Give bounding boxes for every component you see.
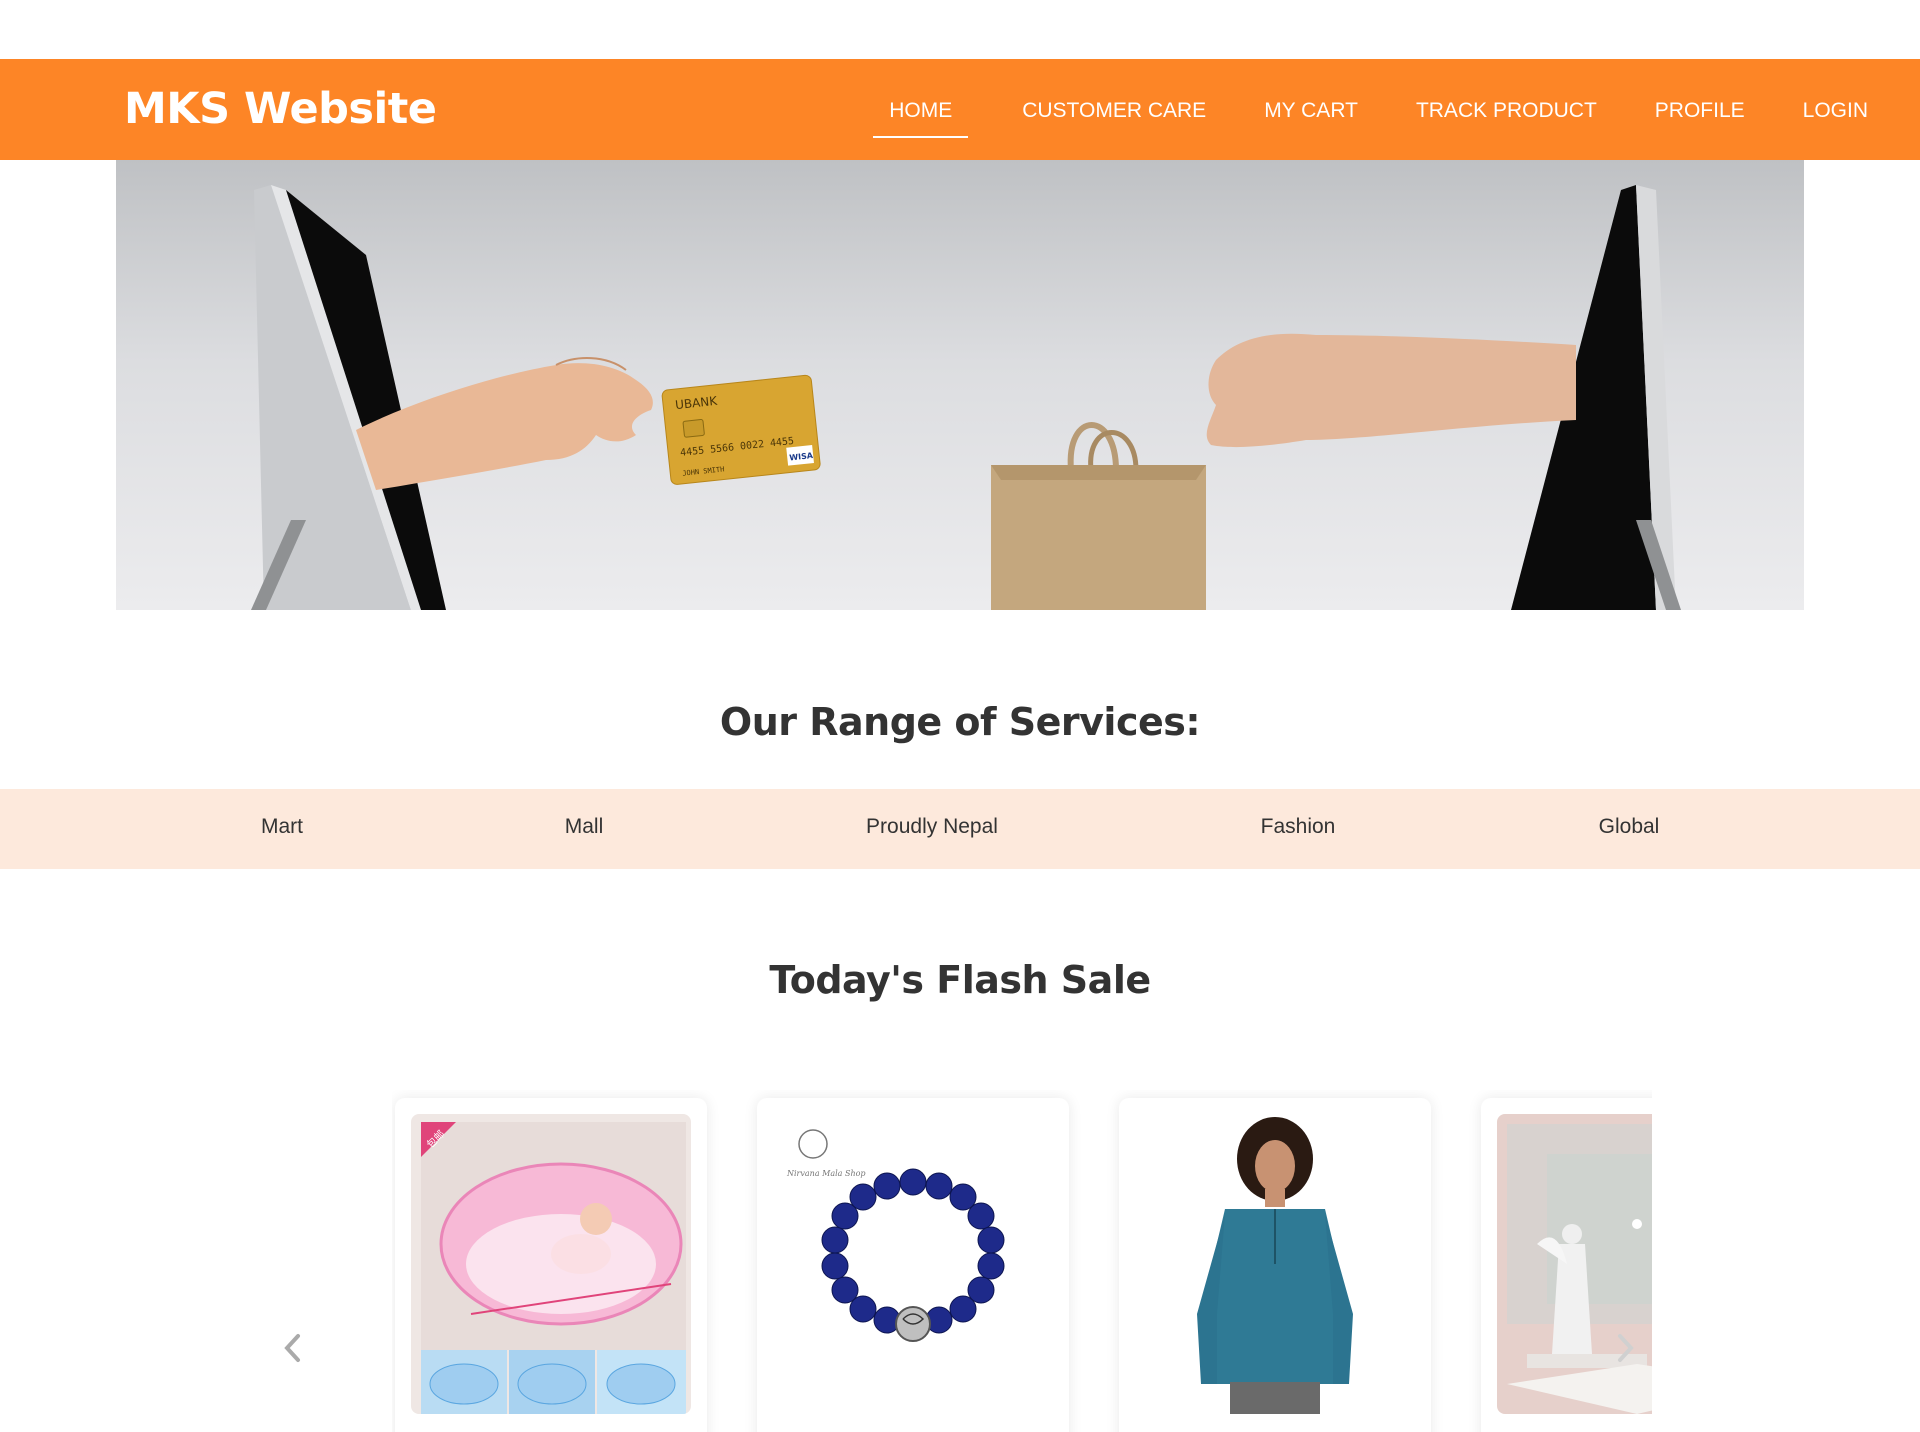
nav-login[interactable]: LOGIN <box>1799 96 1872 126</box>
service-fashion[interactable]: Fashion <box>1261 815 1336 839</box>
product-image-angel-figurine <box>1497 1114 1652 1414</box>
services-heading: Our Range of Services: <box>719 700 1201 744</box>
product-card[interactable]: 包邮 <box>395 1098 707 1432</box>
services-bar: Mart Mall Proudly Nepal Fashion Global <box>0 789 1920 869</box>
carousel-next-arrow-icon[interactable] <box>1610 1328 1640 1368</box>
product-card[interactable]: Nirvana Mala Shop <box>757 1098 1069 1432</box>
nav-home[interactable]: HOME <box>873 96 969 138</box>
flash-sale-carousel[interactable]: 包邮 Nirvana Mala Shop <box>392 1090 1652 1432</box>
product-image-bead-bracelet: Nirvana Mala Shop <box>773 1114 1053 1414</box>
nav-track-product[interactable]: TRACK PRODUCT <box>1412 96 1601 126</box>
site-brand-logo[interactable]: MKS Website <box>124 83 437 135</box>
hero-banner: UBANK 4455 5566 0022 4455 JOHN SMITH WIS… <box>116 160 1804 610</box>
top-navbar: MKS Website HOME CUSTOMER CARE MY CART T… <box>0 59 1920 160</box>
flash-sale-heading: Today's Flash Sale <box>769 958 1151 1002</box>
service-proudly-nepal[interactable]: Proudly Nepal <box>866 815 998 839</box>
nav-my-cart[interactable]: MY CART <box>1260 96 1362 126</box>
credit-card: UBANK 4455 5566 0022 4455 JOHN SMITH WIS… <box>661 374 821 485</box>
main-nav: HOME CUSTOMER CARE MY CART TRACK PRODUCT… <box>823 93 1872 138</box>
service-mall[interactable]: Mall <box>565 815 604 839</box>
product-card[interactable] <box>1119 1098 1431 1432</box>
product-card[interactable] <box>1481 1098 1652 1432</box>
hero-online-shopping-illustration: UBANK 4455 5566 0022 4455 JOHN SMITH WIS… <box>251 185 1681 610</box>
service-mart[interactable]: Mart <box>261 815 303 839</box>
service-global[interactable]: Global <box>1599 815 1660 839</box>
carousel-prev-arrow-icon[interactable] <box>278 1328 308 1368</box>
product-image-baby-net-bed: 包邮 <box>411 1114 691 1414</box>
svg-text:Nirvana Mala Shop: Nirvana Mala Shop <box>786 1169 866 1178</box>
product-image-teal-tunic <box>1135 1114 1415 1414</box>
nav-profile[interactable]: PROFILE <box>1651 96 1749 126</box>
nav-customer-care[interactable]: CUSTOMER CARE <box>1018 96 1210 126</box>
